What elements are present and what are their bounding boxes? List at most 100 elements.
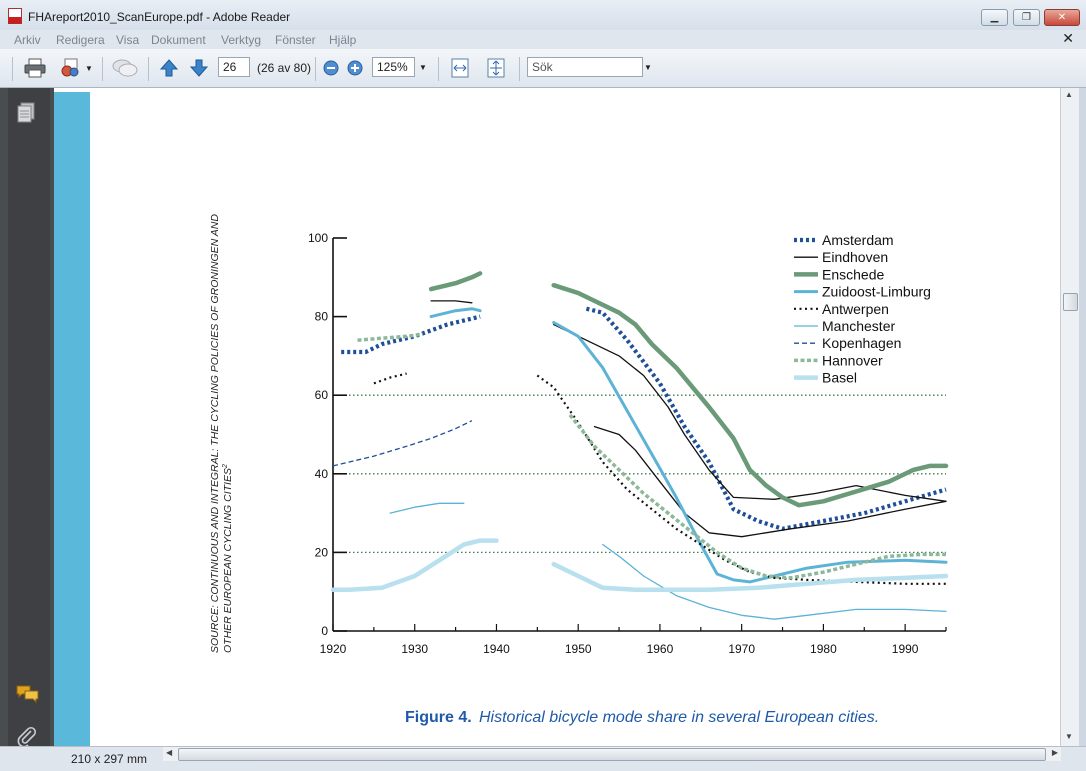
close-icon: ✕ xyxy=(1057,12,1067,23)
series-line xyxy=(429,307,482,319)
vertical-scroll-thumb[interactable] xyxy=(1063,293,1078,311)
comment-button[interactable] xyxy=(110,57,140,79)
toolbar: ▼ 26 (26 av 80) 125% ▼ Sök ▼ xyxy=(0,49,1086,88)
y-tick-label: 60 xyxy=(315,388,329,402)
arrow-down-icon xyxy=(189,59,209,77)
source-note-superscript: 2 xyxy=(222,464,229,469)
zoom-out-icon xyxy=(323,60,339,76)
window-title: FHAreport2010_ScanEurope.pdf - Adobe Rea… xyxy=(28,10,291,24)
close-document-icon[interactable]: ✕ xyxy=(1062,30,1074,47)
fit-width-button[interactable] xyxy=(448,57,472,79)
legend-label: Eindhoven xyxy=(822,249,888,265)
minimize-button[interactable]: ▁ xyxy=(981,9,1008,26)
menu-redigera[interactable]: Redigera xyxy=(56,33,105,47)
x-tick-label: 1990 xyxy=(892,642,919,656)
zoom-in-icon xyxy=(347,60,363,76)
toolbar-separator xyxy=(315,57,316,81)
source-note-line2: OTHER EUROPEAN CYCLING CITIES2 xyxy=(222,464,234,653)
close-window-button[interactable]: ✕ xyxy=(1044,9,1080,26)
next-page-button[interactable] xyxy=(187,57,211,79)
scroll-left-icon[interactable]: ◀ xyxy=(166,748,172,757)
series-line xyxy=(357,332,424,342)
legend-label: Hannover xyxy=(822,352,883,368)
dropdown-arrow-icon: ▼ xyxy=(85,63,93,73)
document-share-icon xyxy=(61,58,79,77)
menu-hjalp[interactable]: Hjälp xyxy=(329,33,356,47)
zoom-level-select[interactable]: 125% xyxy=(372,57,415,77)
legend-label: Amsterdam xyxy=(822,232,894,248)
horizontal-scroll-thumb[interactable] xyxy=(178,748,1046,761)
pdf-document-icon xyxy=(8,8,22,24)
restore-icon: ❐ xyxy=(1022,12,1031,23)
series-line xyxy=(330,538,499,592)
toolbar-separator xyxy=(102,57,103,81)
series-antwerpen xyxy=(373,372,946,585)
y-tick-label: 40 xyxy=(315,467,329,481)
print-button[interactable] xyxy=(22,57,48,79)
title-bar: FHAreport2010_ScanEurope.pdf - Adobe Rea… xyxy=(0,0,1086,30)
series-line xyxy=(373,372,407,385)
figure-caption-text: Historical bicycle mode share in several… xyxy=(479,709,879,726)
menu-verktyg[interactable]: Verktyg xyxy=(221,33,261,47)
share-button[interactable]: ▼ xyxy=(58,57,94,79)
menu-dokument[interactable]: Dokument xyxy=(151,33,206,47)
series-line xyxy=(428,271,483,292)
x-tick-label: 1960 xyxy=(647,642,674,656)
zoom-out-button[interactable] xyxy=(322,57,340,79)
legend-label: Basel xyxy=(822,370,857,386)
horizontal-scrollbar[interactable]: ◀ ▶ xyxy=(163,747,1061,761)
search-input[interactable]: Sök xyxy=(527,57,643,77)
pages-icon[interactable] xyxy=(17,102,37,124)
scroll-down-icon[interactable]: ▼ xyxy=(1065,732,1073,741)
scroll-up-icon[interactable]: ▲ xyxy=(1065,90,1073,99)
page-size-label: 210 x 297 mm xyxy=(71,752,148,766)
y-tick-label: 0 xyxy=(321,624,328,638)
vertical-scrollbar[interactable]: ▲ ▼ xyxy=(1060,88,1079,746)
previous-page-button[interactable] xyxy=(157,57,181,79)
toolbar-separator xyxy=(148,57,149,81)
arrow-up-icon xyxy=(159,59,179,77)
toolbar-grip xyxy=(12,57,13,81)
series-line xyxy=(568,413,946,580)
search-dropdown-icon[interactable]: ▼ xyxy=(644,63,652,72)
figure-caption-label: Figure 4. xyxy=(405,709,472,726)
zoom-in-button[interactable] xyxy=(346,57,364,79)
y-tick-label: 20 xyxy=(315,545,329,559)
document-view[interactable]: SOURCE: CONTINUOUS AND INTEGRAL: THE CYC… xyxy=(54,88,1060,746)
source-note-line2-text: OTHER EUROPEAN CYCLING CITIES xyxy=(222,468,234,653)
x-tick-label: 1980 xyxy=(810,642,837,656)
legend-label: Antwerpen xyxy=(822,301,889,317)
x-tick-label: 1950 xyxy=(565,642,592,656)
toolbar-separator xyxy=(438,57,439,81)
legend-label: Enschede xyxy=(822,266,884,282)
x-tick-label: 1930 xyxy=(401,642,428,656)
legend-label: Kopenhagen xyxy=(822,335,901,351)
y-tick-label: 100 xyxy=(308,231,328,245)
menu-bar: Arkiv Redigera Visa Dokument Verktyg Fön… xyxy=(0,30,1086,49)
series-line xyxy=(551,561,949,592)
series-line xyxy=(389,502,465,514)
source-note-line1: SOURCE: CONTINUOUS AND INTEGRAL: THE CYC… xyxy=(209,214,221,653)
maximize-button[interactable]: ❐ xyxy=(1013,9,1040,26)
fit-page-button[interactable] xyxy=(484,57,508,79)
x-tick-label: 1940 xyxy=(483,642,510,656)
page-number-input[interactable]: 26 xyxy=(218,57,250,77)
page-count: (26 av 80) xyxy=(257,61,312,75)
menu-fonster[interactable]: Fönster xyxy=(275,33,316,47)
series-line xyxy=(552,321,948,584)
scroll-right-icon[interactable]: ▶ xyxy=(1052,748,1058,757)
comments-icon[interactable] xyxy=(16,684,40,704)
attachments-icon[interactable] xyxy=(17,726,37,746)
navigation-sidebar xyxy=(0,88,55,746)
fit-page-icon xyxy=(487,58,505,78)
zoom-dropdown-icon[interactable]: ▼ xyxy=(419,63,427,72)
legend-label: Manchester xyxy=(822,318,895,334)
series-kopenhagen xyxy=(332,420,473,467)
fit-width-icon xyxy=(451,58,469,78)
menu-visa[interactable]: Visa xyxy=(116,33,139,47)
navigation-panel xyxy=(8,88,50,746)
menu-arkiv[interactable]: Arkiv xyxy=(14,33,41,47)
toolbar-separator xyxy=(519,57,520,81)
series-line xyxy=(332,420,473,467)
x-tick-label: 1970 xyxy=(728,642,755,656)
